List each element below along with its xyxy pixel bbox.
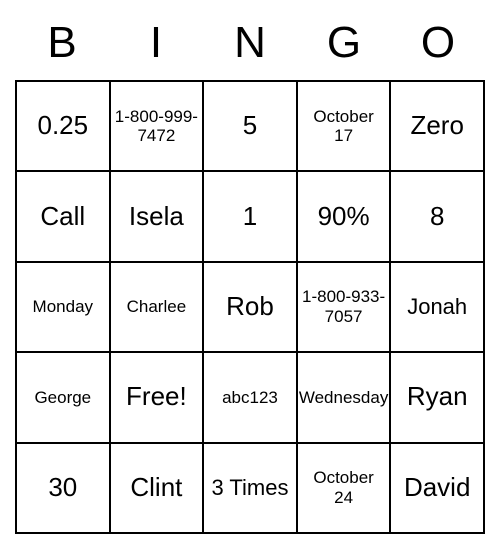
bingo-cell[interactable]: Zero — [390, 81, 484, 171]
header-n: N — [203, 10, 297, 76]
bingo-cell[interactable]: 1 — [203, 171, 297, 261]
bingo-cell[interactable]: October 24 — [297, 443, 391, 533]
bingo-cell[interactable]: Monday — [16, 262, 110, 352]
header-o: O — [391, 10, 485, 76]
bingo-cell[interactable]: abc123 — [203, 352, 297, 442]
bingo-cell[interactable]: Rob — [203, 262, 297, 352]
header-b: B — [15, 10, 109, 76]
bingo-cell[interactable]: Jonah — [390, 262, 484, 352]
bingo-cell[interactable]: 1-800-933-7057 — [297, 262, 391, 352]
bingo-cell[interactable]: George — [16, 352, 110, 442]
bingo-cell[interactable]: 1-800-999-7472 — [110, 81, 204, 171]
bingo-header: B I N G O — [15, 10, 485, 76]
bingo-cell[interactable]: 8 — [390, 171, 484, 261]
header-g: G — [297, 10, 391, 76]
bingo-cell[interactable]: Wednesday — [297, 352, 391, 442]
bingo-cell[interactable]: Call — [16, 171, 110, 261]
bingo-cell[interactable]: Clint — [110, 443, 204, 533]
bingo-cell[interactable]: 3 Times — [203, 443, 297, 533]
bingo-grid: 0.25 1-800-999-7472 5 October 17 Zero Ca… — [15, 80, 485, 534]
bingo-cell[interactable]: 5 — [203, 81, 297, 171]
bingo-cell[interactable]: David — [390, 443, 484, 533]
bingo-cell[interactable]: Ryan — [390, 352, 484, 442]
header-i: I — [109, 10, 203, 76]
bingo-cell[interactable]: 0.25 — [16, 81, 110, 171]
bingo-cell[interactable]: 90% — [297, 171, 391, 261]
bingo-cell-free[interactable]: Free! — [110, 352, 204, 442]
bingo-cell[interactable]: October 17 — [297, 81, 391, 171]
bingo-cell[interactable]: 30 — [16, 443, 110, 533]
bingo-cell[interactable]: Charlee — [110, 262, 204, 352]
bingo-cell[interactable]: Isela — [110, 171, 204, 261]
